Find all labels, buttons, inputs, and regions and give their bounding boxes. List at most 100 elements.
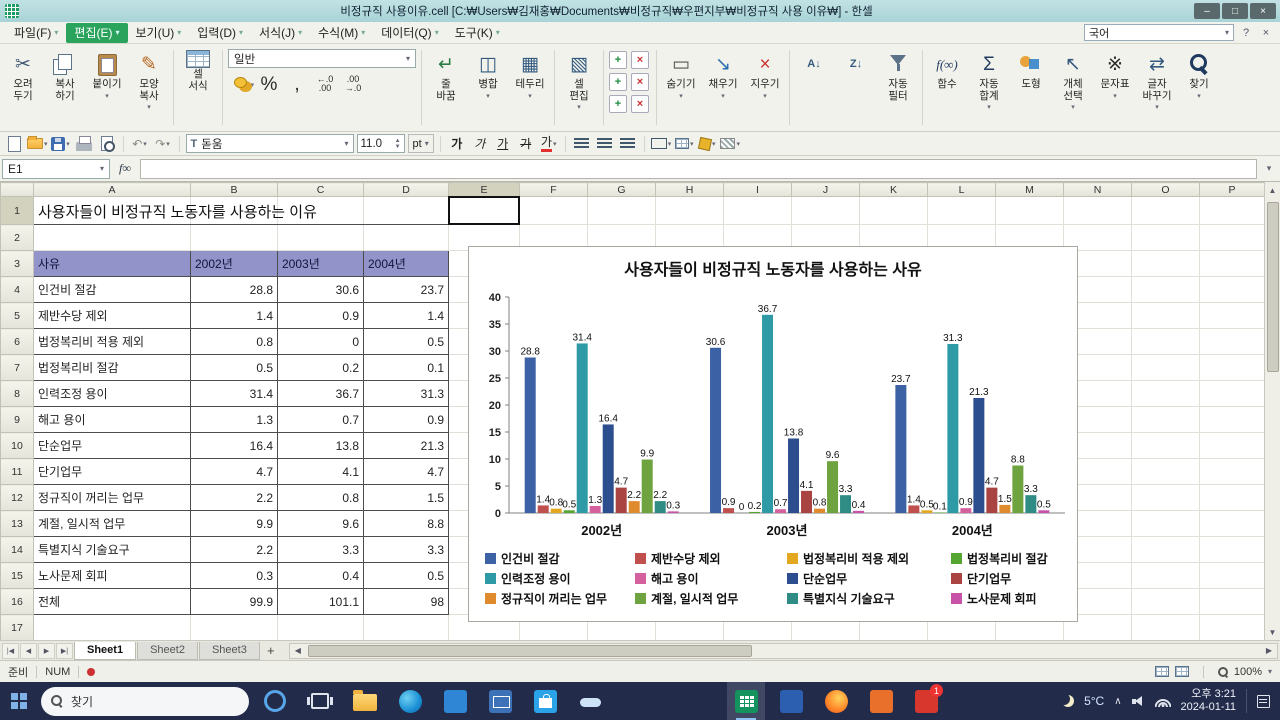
horizontal-scroll-thumb[interactable] [307, 644, 753, 657]
row-header-10[interactable]: 10 [0, 432, 34, 459]
cell-C14[interactable]: 3.3 [277, 536, 364, 563]
chart-object[interactable]: 사용자들이 비정규직 노동자를 사용하는 사유 0 5 10 15 20 25 30 35 40 2… [468, 246, 1078, 622]
cell-A17[interactable] [33, 614, 191, 640]
italic-button[interactable]: 가 [470, 134, 490, 154]
cell-B6[interactable]: 0.8 [190, 328, 278, 355]
tab-nav-3[interactable]: ▶| [56, 642, 73, 659]
cell-D5[interactable]: 1.4 [363, 302, 449, 329]
fill-button[interactable]: ↘ 채우기 ▾ [702, 47, 744, 103]
cell-B5[interactable]: 1.4 [190, 302, 278, 329]
row-header-13[interactable]: 13 [0, 510, 34, 537]
align-left-button[interactable] [572, 134, 592, 154]
column-header-O[interactable]: O [1131, 182, 1200, 197]
cell-O16[interactable] [1131, 588, 1200, 615]
cell-B3[interactable]: 2002년 [190, 250, 278, 277]
vertical-scroll-thumb[interactable] [1267, 202, 1279, 372]
cut-button[interactable]: ✂ 오려 두기 [2, 47, 44, 105]
cell-D9[interactable]: 0.9 [363, 406, 449, 433]
sheet-tab-sheet3[interactable]: Sheet3 [198, 641, 260, 660]
cell-D16[interactable]: 98 [363, 588, 449, 615]
preview-button[interactable] [97, 134, 117, 154]
erase-button[interactable]: × 지우기 ▾ [744, 47, 786, 103]
cell-C17[interactable] [277, 614, 364, 640]
cell-D11[interactable]: 4.7 [363, 458, 449, 485]
cell-P7[interactable] [1199, 354, 1265, 381]
new-document-button[interactable] [4, 134, 24, 154]
strike-button[interactable]: 가 [516, 134, 536, 154]
borders-button[interactable]: ▦ 테두리 ▾ [509, 47, 551, 103]
column-header-I[interactable]: I [723, 182, 792, 197]
cell-A15[interactable]: 노사문제 회피 [33, 562, 191, 589]
font-color-button[interactable]: 가 ▾ [539, 134, 559, 154]
cell-B7[interactable]: 0.5 [190, 354, 278, 381]
cell-P3[interactable] [1199, 250, 1265, 277]
cell-C9[interactable]: 0.7 [277, 406, 364, 433]
insert-column-button[interactable]: + [609, 73, 627, 91]
horizontal-scrollbar[interactable]: ◀ ▶ [288, 642, 1278, 659]
add-sheet-button[interactable]: + [261, 642, 281, 660]
minimize-button[interactable]: – [1194, 3, 1220, 19]
page-view-icon[interactable] [1174, 666, 1189, 677]
align-right-button[interactable] [618, 134, 638, 154]
chevron-up-icon[interactable]: ∧ [1114, 696, 1121, 707]
cell-D14[interactable]: 3.3 [363, 536, 449, 563]
formula-input[interactable] [140, 158, 1257, 179]
cell-B4[interactable]: 28.8 [190, 276, 278, 303]
cell-O2[interactable] [1131, 224, 1200, 251]
cell-P5[interactable] [1199, 302, 1265, 329]
scroll-left-icon[interactable]: ◀ [290, 644, 306, 658]
notification-center-icon[interactable] [1257, 694, 1270, 708]
column-header-P[interactable]: P [1199, 182, 1265, 197]
cell-A10[interactable]: 단순업무 [33, 432, 191, 459]
cell-P10[interactable] [1199, 432, 1265, 459]
cell-O13[interactable] [1131, 510, 1200, 537]
row-header-3[interactable]: 3 [0, 250, 34, 277]
cell-A6[interactable]: 법정복리비 적용 제외 [33, 328, 191, 355]
cell-I1[interactable] [723, 196, 792, 225]
cell-M1[interactable] [995, 196, 1064, 225]
cell-A11[interactable]: 단기업무 [33, 458, 191, 485]
row-header-16[interactable]: 16 [0, 588, 34, 615]
cell-D15[interactable]: 0.5 [363, 562, 449, 589]
cell-B16[interactable]: 99.9 [190, 588, 278, 615]
comma-button[interactable]: , [284, 72, 310, 96]
cell-edit-button[interactable]: ▧ 셀 편집 ▾ [558, 47, 600, 114]
cell-C11[interactable]: 4.1 [277, 458, 364, 485]
cell-A3[interactable]: 사유 [33, 250, 191, 277]
cell-C8[interactable]: 36.7 [277, 380, 364, 407]
copy-button[interactable]: 복사 하기 [44, 47, 86, 105]
cell-O5[interactable] [1131, 302, 1200, 329]
align-center-button[interactable] [595, 134, 615, 154]
cell-P17[interactable] [1199, 614, 1265, 640]
row-header-11[interactable]: 11 [0, 458, 34, 485]
cell-O3[interactable] [1131, 250, 1200, 277]
row-header-2[interactable]: 2 [0, 224, 34, 251]
weather-temperature[interactable]: 5°C [1084, 694, 1104, 708]
cell-A5[interactable]: 제반수당 제외 [33, 302, 191, 329]
cell-O8[interactable] [1131, 380, 1200, 407]
cell-O10[interactable] [1131, 432, 1200, 459]
number-format-select[interactable]: 일반 ▾ [228, 49, 416, 68]
cell-C2[interactable] [277, 224, 364, 251]
format-painter-button[interactable]: ✎ 모양 복사 ▾ [128, 47, 170, 114]
cell-C7[interactable]: 0.2 [277, 354, 364, 381]
menu-item-file[interactable]: 파일(F) ▾ [6, 23, 66, 43]
row-header-6[interactable]: 6 [0, 328, 34, 355]
row-header-12[interactable]: 12 [0, 484, 34, 511]
cell-P14[interactable] [1199, 536, 1265, 563]
pattern-button[interactable]: ▾ [720, 134, 740, 154]
cell-P2[interactable] [1199, 224, 1265, 251]
char-map-button[interactable]: ※ 문자표 ▾ [1094, 47, 1136, 103]
open-button[interactable]: ▾ [27, 134, 48, 154]
cell-O1[interactable] [1131, 196, 1200, 225]
close-document-button[interactable]: × [1258, 25, 1274, 41]
menu-item-edit[interactable]: 편집(E) ▾ [66, 22, 128, 43]
function-button[interactable]: f(∞) 함수 [926, 47, 968, 94]
cell-P6[interactable] [1199, 328, 1265, 355]
cell-A13[interactable]: 계절, 일시적 업무 [33, 510, 191, 537]
cell-C15[interactable]: 0.4 [277, 562, 364, 589]
currency-button[interactable]: ▾ [228, 72, 254, 96]
bold-button[interactable]: 가 [447, 134, 467, 154]
print-button[interactable] [74, 134, 94, 154]
cell-F1[interactable] [519, 196, 588, 225]
